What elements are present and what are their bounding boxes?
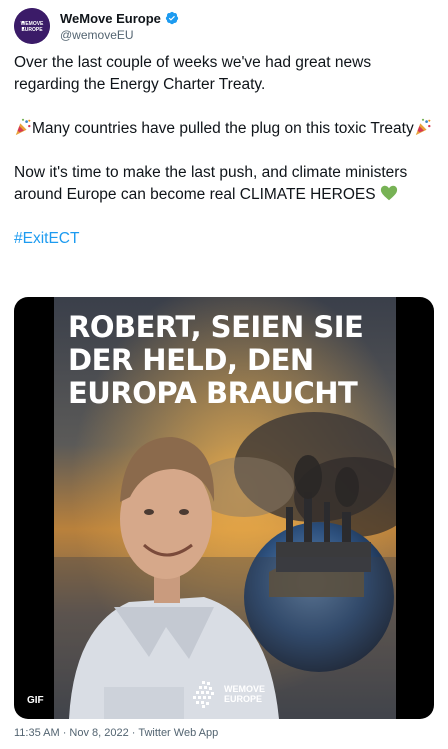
- wemove-brand-mark: WEMOVE EUROPE: [190, 679, 265, 709]
- brand-line-2: EUROPE: [224, 694, 263, 704]
- europe-dots-icon: [193, 681, 214, 708]
- tweet-paragraph-3: Now it's time to make the last push, and…: [14, 162, 434, 206]
- tweet-paragraph-1: Over the last couple of weeks we've had …: [14, 54, 372, 93]
- headline-line-2: DER HELD, DEN: [68, 343, 314, 377]
- headline-line-1: ROBERT, SEIEN SIE: [68, 310, 364, 344]
- green-heart-emoji: [380, 185, 397, 201]
- brand-text: WEMOVE EUROPE: [224, 684, 265, 704]
- party-popper-emoji-2: [415, 118, 431, 136]
- name-row: WeMove Europe: [60, 10, 179, 27]
- gif-badge: GIF: [22, 692, 49, 709]
- avatar[interactable]: WEMOVE EUROPE: [14, 8, 50, 44]
- tweet-paragraph-3-text: Now it's time to make the last push, and…: [14, 164, 408, 203]
- avatar-text-2: EUROPE: [21, 27, 43, 33]
- tweet-paragraph-2-text: Many countries have pulled the plug on t…: [32, 120, 414, 137]
- headline-line-3: EUROPA BRAUCHT: [68, 376, 358, 410]
- tweet-timestamp[interactable]: 11:35 AM · Nov 8, 2022 · Twitter Web App: [14, 727, 218, 739]
- tweet-paragraph-2: Many countries have pulled the plug on t…: [14, 118, 434, 140]
- party-popper-emoji: [15, 118, 31, 136]
- account-names: WeMove Europe @wemoveEU: [60, 10, 179, 43]
- hashtag-link[interactable]: #ExitECT: [14, 230, 79, 247]
- tweet-media-gif[interactable]: ROBERT, SEIEN SIE DER HELD, DEN EUROPA B…: [14, 297, 434, 719]
- tweet-text: Over the last couple of weeks we've had …: [14, 52, 434, 250]
- account-handle[interactable]: @wemoveEU: [60, 27, 179, 43]
- verified-badge-icon: [165, 11, 179, 25]
- brand-line-1: WEMOVE: [224, 684, 266, 694]
- media-headline: ROBERT, SEIEN SIE DER HELD, DEN EUROPA B…: [68, 311, 388, 410]
- wemove-logo-icon: WEMOVE EUROPE: [14, 8, 50, 44]
- tweet-paragraph-4: #ExitECT: [14, 228, 434, 250]
- display-name[interactable]: WeMove Europe: [60, 10, 161, 27]
- tweet-header: WEMOVE EUROPE WeMove Europe @wemoveEU: [14, 6, 434, 46]
